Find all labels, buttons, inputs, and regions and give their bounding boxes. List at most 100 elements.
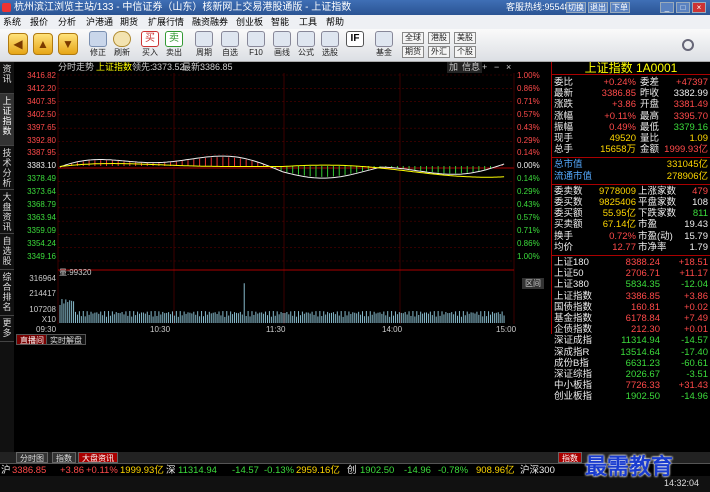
stat-row: 委买额 55.95亿 下跌家数 811 bbox=[554, 208, 708, 219]
intraday-chart[interactable]: 分时走势 上证指数 领先: 3373.52 最新: 3386.85 加 信息 +… bbox=[14, 62, 552, 334]
maximize-icon[interactable]: □ bbox=[676, 2, 690, 13]
refresh-button[interactable]: 刷新 bbox=[110, 31, 134, 60]
buy-button[interactable]: 买买入 bbox=[138, 31, 162, 60]
formula-button[interactable]: 公式 bbox=[294, 31, 318, 60]
menu-smart[interactable]: 智能 bbox=[271, 15, 289, 29]
index-change: -12.04 bbox=[681, 279, 708, 291]
switch-button[interactable]: 切换 bbox=[566, 2, 586, 13]
vtab-technical[interactable]: 技术分析 bbox=[0, 146, 14, 190]
vtab-news[interactable]: 资讯 bbox=[0, 62, 14, 94]
menu-analysis[interactable]: 分析 bbox=[58, 15, 76, 29]
quote-value: 3379.16 bbox=[673, 121, 708, 133]
tab-timechart[interactable]: 分时图 bbox=[16, 452, 48, 463]
period-button[interactable]: 周期 bbox=[192, 31, 216, 60]
menu-extended[interactable]: 扩展行情 bbox=[148, 15, 184, 29]
fix-button[interactable]: 修正 bbox=[86, 31, 110, 60]
back-arrow-icon[interactable]: ◀ bbox=[8, 33, 28, 55]
f10-icon bbox=[247, 31, 265, 47]
tab-index-right[interactable]: 指数 bbox=[558, 452, 582, 463]
toolbar: ◀ ▲ ▼ 修正 刷新 买买入 卖卖出 周期 自选 F10 画线 公式 选股 I… bbox=[0, 29, 710, 62]
stat-label: 下跌家数 bbox=[638, 208, 677, 220]
index-row[interactable]: 上证380 5834.35 -12.04 bbox=[554, 279, 708, 290]
index-row[interactable]: 成份B指 6631.23 -60.61 bbox=[554, 358, 708, 369]
index-row[interactable]: 国债指数 160.81 +0.02 bbox=[554, 302, 708, 313]
quote-row: 总手 15658万 金额 1999.93亿 bbox=[554, 144, 708, 155]
close-icon[interactable]: × bbox=[692, 2, 706, 13]
fund-button[interactable]: 基金 bbox=[372, 31, 396, 60]
tab-index[interactable]: 指数 bbox=[52, 452, 76, 463]
stat-label: 上涨家数 bbox=[638, 185, 677, 197]
f10-button[interactable]: F10 bbox=[244, 31, 268, 60]
volume-axis-0: 316964 bbox=[29, 274, 56, 283]
quote-value: 3386.85 bbox=[601, 88, 636, 100]
index-price: 8388.24 bbox=[625, 257, 660, 268]
index-row[interactable]: 上证50 2706.71 +11.17 bbox=[554, 268, 708, 279]
index-row[interactable]: 上证指数 3386.85 +3.86 bbox=[554, 291, 708, 302]
formula-icon bbox=[297, 31, 315, 47]
cap-row: 总市值 331045亿 bbox=[554, 159, 708, 170]
index-price: 6178.84 bbox=[625, 313, 660, 324]
toggle-stock[interactable]: 个股 bbox=[454, 46, 476, 58]
index-row[interactable]: 创业板指 1902.50 -14.96 bbox=[554, 391, 708, 402]
tab-live-room[interactable]: 直播间 bbox=[16, 334, 48, 345]
index-change: -3.51 bbox=[686, 369, 708, 380]
index-row[interactable]: 中小板指 7726.33 +31.43 bbox=[554, 380, 708, 391]
watchlist-button[interactable]: 自选 bbox=[218, 31, 242, 60]
vtab-index[interactable]: 上证指数 bbox=[0, 94, 14, 146]
menu-tools[interactable]: 工具 bbox=[299, 15, 317, 29]
index-row[interactable]: 上证180 8388.24 +18.51 bbox=[554, 257, 708, 268]
vtab-market-news[interactable]: 大盘资讯 bbox=[0, 190, 14, 234]
menu-hkconnect[interactable]: 沪港通 bbox=[86, 15, 113, 29]
stat-value: 1.79 bbox=[689, 241, 709, 253]
index-name: 上证380 bbox=[554, 279, 589, 291]
vtab-watchlist[interactable]: 自选股 bbox=[0, 234, 14, 270]
menu-gem[interactable]: 创业板 bbox=[236, 15, 263, 29]
menu-quote[interactable]: 报价 bbox=[30, 15, 48, 29]
drawline-button[interactable]: 画线 bbox=[270, 31, 294, 60]
minimize-icon[interactable]: _ bbox=[660, 2, 674, 13]
stat-row: 委买数 9825406 平盘家数 108 bbox=[554, 197, 708, 208]
stat-value: 15.79 bbox=[684, 230, 708, 242]
tab-realtime-comment[interactable]: 实时解盘 bbox=[46, 334, 86, 345]
menu-help[interactable]: 帮助 bbox=[326, 15, 344, 29]
menu-futures[interactable]: 期货 bbox=[120, 15, 138, 29]
stockpick-button[interactable]: 选股 bbox=[318, 31, 342, 60]
sell-button[interactable]: 卖卖出 bbox=[162, 31, 186, 60]
tab-market-news[interactable]: 大盘资讯 bbox=[78, 452, 118, 463]
up-arrow-icon[interactable]: ▲ bbox=[33, 33, 53, 55]
vtab-ranking[interactable]: 综合排名 bbox=[0, 270, 14, 316]
menu-margin[interactable]: 融资融券 bbox=[192, 15, 228, 29]
index-row[interactable]: 企债指数 212.30 +0.01 bbox=[554, 324, 708, 335]
toggle-hk[interactable]: 港股 bbox=[428, 32, 450, 44]
index-row[interactable]: 基金指数 6178.84 +7.49 bbox=[554, 313, 708, 324]
index-row[interactable]: 深证成指 11314.94 -14.57 bbox=[554, 335, 708, 346]
settings-gear-icon[interactable] bbox=[682, 39, 694, 51]
toggle-global[interactable]: 全球 bbox=[402, 32, 424, 44]
if-button[interactable]: IF bbox=[344, 31, 366, 60]
exit-button[interactable]: 退出 bbox=[588, 2, 608, 13]
quote-value: +47397 bbox=[676, 77, 708, 88]
vtab-more[interactable]: 更多 bbox=[0, 316, 14, 342]
index-name: 成份B指 bbox=[554, 357, 589, 369]
index-row[interactable]: 深证综指 2026.67 -3.51 bbox=[554, 369, 708, 380]
stat-label: 市净率 bbox=[638, 241, 667, 253]
range-button[interactable]: 区间 bbox=[522, 278, 544, 289]
quote-label: 委比 bbox=[554, 77, 574, 88]
index-name: 国债指数 bbox=[554, 301, 593, 313]
down-arrow-icon[interactable]: ▼ bbox=[58, 33, 78, 55]
toggle-futures[interactable]: 期货 bbox=[402, 46, 424, 58]
order-button[interactable]: 下单 bbox=[610, 2, 630, 13]
quote-label: 昨收 bbox=[640, 88, 660, 100]
index-row[interactable]: 深成指R 13514.64 -17.40 bbox=[554, 347, 708, 358]
stat-value: 479 bbox=[692, 185, 708, 197]
hotline: 客服热线:95548 bbox=[506, 2, 570, 12]
index-name: 创业板指 bbox=[554, 391, 593, 403]
toggle-us[interactable]: 美股 bbox=[454, 32, 476, 44]
quote-label: 最低 bbox=[640, 121, 660, 133]
toggle-forex[interactable]: 外汇 bbox=[428, 46, 450, 58]
index-price: 13514.64 bbox=[620, 346, 660, 358]
quote-value: +0.24% bbox=[603, 77, 637, 88]
quote-value: +0.11% bbox=[604, 110, 636, 122]
menu-system[interactable]: 系统 bbox=[3, 15, 21, 29]
index-price: 212.30 bbox=[630, 324, 660, 336]
